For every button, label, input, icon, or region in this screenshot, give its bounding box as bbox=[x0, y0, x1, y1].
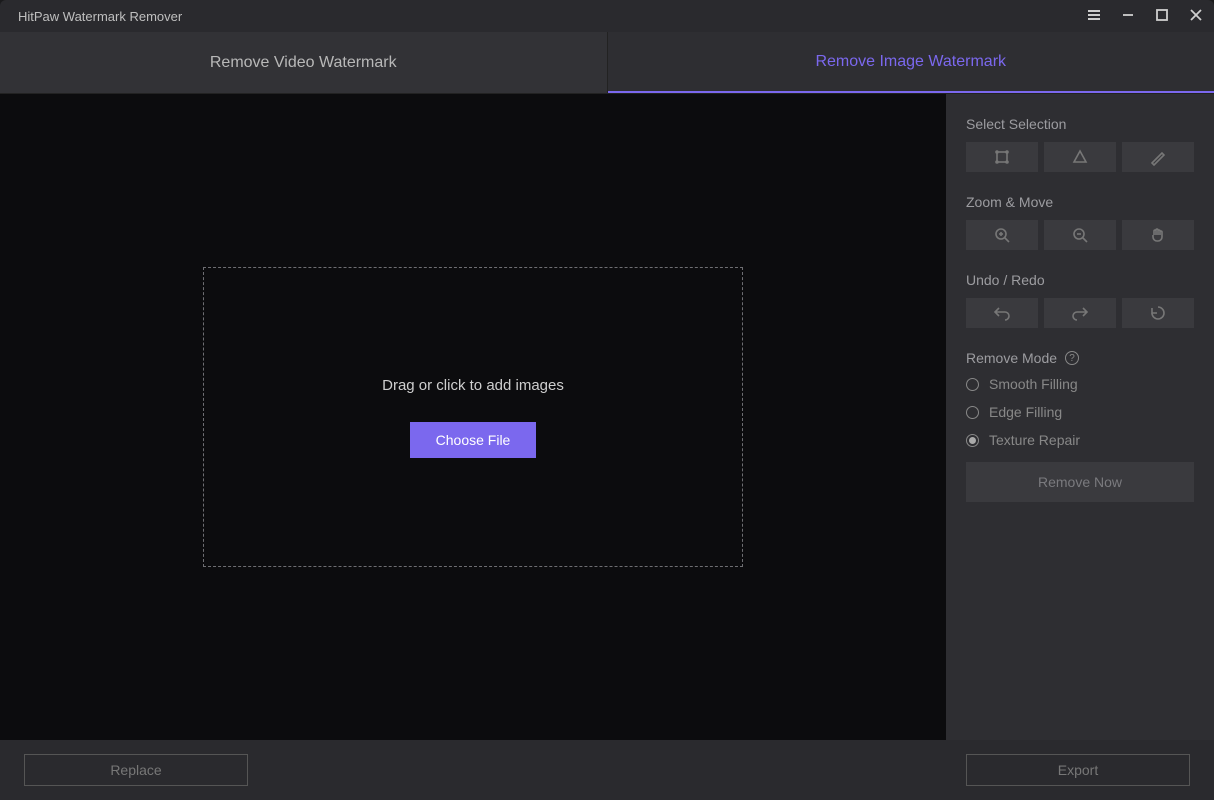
move-hand-button[interactable] bbox=[1122, 220, 1194, 250]
select-tool-row bbox=[966, 142, 1194, 172]
main-area: Drag or click to add images Choose File … bbox=[0, 94, 1214, 740]
reset-icon bbox=[1149, 304, 1167, 322]
section-select: Select Selection bbox=[966, 116, 1194, 172]
hand-icon bbox=[1149, 226, 1167, 244]
canvas-area: Drag or click to add images Choose File bbox=[0, 94, 946, 740]
menu-icon[interactable] bbox=[1086, 7, 1102, 26]
reset-button[interactable] bbox=[1122, 298, 1194, 328]
dropzone-prompt: Drag or click to add images bbox=[382, 377, 564, 394]
zoom-tool-row bbox=[966, 220, 1194, 250]
undo-icon bbox=[993, 304, 1011, 322]
choose-file-button[interactable]: Choose File bbox=[410, 422, 537, 458]
mode-smooth[interactable]: Smooth Filling bbox=[966, 376, 1194, 392]
select-rect-button[interactable] bbox=[966, 142, 1038, 172]
minimize-icon[interactable] bbox=[1120, 7, 1136, 26]
brush-select-icon bbox=[1149, 148, 1167, 166]
help-icon[interactable]: ? bbox=[1065, 351, 1079, 365]
zoom-in-icon bbox=[993, 226, 1011, 244]
triangle-select-icon bbox=[1071, 148, 1089, 166]
mode-texture[interactable]: Texture Repair bbox=[966, 432, 1194, 448]
section-zoom: Zoom & Move bbox=[966, 194, 1194, 250]
radio-icon bbox=[966, 434, 979, 447]
tab-bar: Remove Video Watermark Remove Image Wate… bbox=[0, 32, 1214, 94]
dropzone[interactable]: Drag or click to add images Choose File bbox=[203, 267, 743, 567]
export-button[interactable]: Export bbox=[966, 754, 1190, 786]
window-controls bbox=[1086, 7, 1204, 26]
tab-image[interactable]: Remove Image Watermark bbox=[608, 32, 1214, 93]
tab-video[interactable]: Remove Video Watermark bbox=[0, 32, 608, 93]
undo-redo-label: Undo / Redo bbox=[966, 272, 1194, 288]
undo-button[interactable] bbox=[966, 298, 1038, 328]
section-mode: Remove Mode ? Smooth Filling Edge Fillin… bbox=[966, 350, 1194, 502]
footer: Replace Export bbox=[0, 740, 1214, 800]
zoom-in-button[interactable] bbox=[966, 220, 1038, 250]
redo-icon bbox=[1071, 304, 1089, 322]
zoom-move-label: Zoom & Move bbox=[966, 194, 1194, 210]
select-selection-label: Select Selection bbox=[966, 116, 1194, 132]
redo-button[interactable] bbox=[1044, 298, 1116, 328]
radio-icon bbox=[966, 378, 979, 391]
zoom-out-icon bbox=[1071, 226, 1089, 244]
remove-now-button[interactable]: Remove Now bbox=[966, 462, 1194, 502]
app-title: HitPaw Watermark Remover bbox=[18, 9, 182, 24]
select-brush-button[interactable] bbox=[1122, 142, 1194, 172]
zoom-out-button[interactable] bbox=[1044, 220, 1116, 250]
mode-edge[interactable]: Edge Filling bbox=[966, 404, 1194, 420]
section-undo: Undo / Redo bbox=[966, 272, 1194, 328]
maximize-icon[interactable] bbox=[1154, 7, 1170, 26]
remove-mode-label: Remove Mode ? bbox=[966, 350, 1194, 366]
radio-icon bbox=[966, 406, 979, 419]
close-icon[interactable] bbox=[1188, 7, 1204, 26]
undo-tool-row bbox=[966, 298, 1194, 328]
mode-radio-group: Smooth Filling Edge Filling Texture Repa… bbox=[966, 376, 1194, 448]
select-triangle-button[interactable] bbox=[1044, 142, 1116, 172]
side-panel: Select Selection Zoom & Move bbox=[946, 94, 1214, 740]
titlebar: HitPaw Watermark Remover bbox=[0, 0, 1214, 32]
rect-select-icon bbox=[993, 148, 1011, 166]
replace-button[interactable]: Replace bbox=[24, 754, 248, 786]
app-window: HitPaw Watermark Remover Remove Video Wa… bbox=[0, 0, 1214, 800]
